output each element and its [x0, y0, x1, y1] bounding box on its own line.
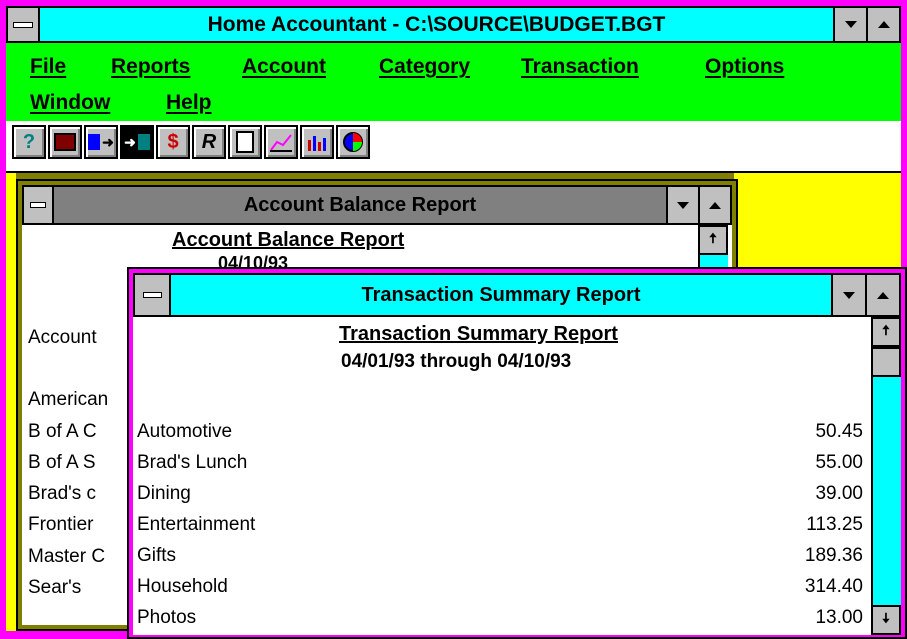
menu-category[interactable]: Category: [379, 55, 470, 79]
table-row-category: Dining: [137, 483, 191, 504]
table-row-amount: 50.45: [815, 421, 863, 442]
summary-report-body: Transaction Summary Report 04/01/93 thro…: [133, 317, 901, 635]
account-minimize-icon: [677, 201, 689, 209]
report-icon: [230, 127, 260, 157]
summary-scroll-thumb[interactable]: [871, 347, 901, 377]
account-system-menu-button[interactable]: [24, 187, 54, 223]
table-row-amount: 55.00: [815, 452, 863, 473]
help-icon: ?: [14, 127, 44, 157]
main-title-bar[interactable]: Home Accountant - C:\SOURCE\BUDGET.BGT: [6, 6, 901, 43]
toolbar: ? ➜ ➜ $ R: [6, 121, 901, 173]
summary-title-bar[interactable]: Transaction Summary Report: [133, 273, 901, 317]
help-button[interactable]: ?: [12, 125, 46, 159]
table-row-category: Photos: [137, 607, 197, 628]
line-chart-button[interactable]: [264, 125, 298, 159]
table-row-amount: 13.00: [815, 607, 863, 628]
import-button[interactable]: ➜: [120, 125, 154, 159]
export-icon: ➜: [86, 127, 116, 157]
minimize-button[interactable]: [833, 8, 866, 41]
table-row-category: Automotive: [137, 421, 233, 442]
bar-chart-icon: [302, 127, 332, 157]
list-item: Brad's c: [28, 483, 97, 504]
reconcile-button[interactable]: R: [192, 125, 226, 159]
menu-reports[interactable]: Reports: [111, 55, 190, 79]
table-row-category: Brad's Lunch: [137, 452, 248, 473]
pie-chart-button[interactable]: [336, 125, 370, 159]
summary-report-heading: Transaction Summary Report: [339, 323, 618, 345]
list-item: Master C: [28, 546, 106, 567]
import-icon: ➜: [122, 127, 152, 157]
account-scroll-up-button[interactable]: 🠅: [698, 225, 728, 255]
summary-scroll-down-button[interactable]: 🠇: [871, 605, 901, 635]
table-row-category: Entertainment: [137, 514, 256, 535]
desktop: { "app": { "title": "Home Accountant - C…: [0, 0, 907, 639]
dollar-button[interactable]: $: [156, 125, 190, 159]
table-row-amount: 314.40: [804, 576, 863, 597]
menu-options[interactable]: Options: [705, 55, 784, 79]
list-item: B of A S: [28, 452, 96, 473]
account-report-heading: Account Balance Report: [172, 229, 405, 251]
list-item: B of A C: [28, 421, 97, 442]
system-menu-icon: [13, 21, 33, 28]
maximize-button[interactable]: [866, 8, 899, 41]
summary-minimize-button[interactable]: [831, 275, 865, 315]
account-minimize-button[interactable]: [666, 187, 698, 223]
list-item: Frontier: [28, 514, 94, 535]
summary-system-menu-button[interactable]: [135, 275, 171, 315]
list-item: Sear's: [28, 577, 82, 598]
report-button[interactable]: [228, 125, 262, 159]
account-column-label: Account: [28, 327, 97, 348]
summary-scroll-up-button[interactable]: 🠅: [871, 317, 901, 347]
menu-bar: File Reports Account Category Transactio…: [6, 43, 901, 121]
save-button[interactable]: [48, 125, 82, 159]
maximize-icon: [877, 21, 890, 28]
menu-transaction[interactable]: Transaction: [521, 55, 639, 79]
bar-chart-button[interactable]: [300, 125, 334, 159]
menu-account[interactable]: Account: [242, 55, 326, 79]
main-title: Home Accountant - C:\SOURCE\BUDGET.BGT: [207, 12, 666, 36]
transaction-summary-window[interactable]: Transaction Summary Report Transaction S…: [127, 267, 907, 639]
menu-window[interactable]: Window: [30, 91, 110, 115]
summary-minimize-icon: [843, 291, 855, 299]
menu-file[interactable]: File: [30, 55, 66, 79]
table-row-amount: 189.36: [804, 545, 863, 566]
reconcile-icon: R: [194, 127, 224, 157]
account-maximize-icon: [709, 201, 721, 209]
summary-maximize-button[interactable]: [865, 275, 899, 315]
system-menu-button[interactable]: [8, 8, 40, 41]
account-window-title: Account Balance Report: [243, 193, 477, 216]
save-icon: [50, 127, 80, 157]
account-maximize-button[interactable]: [698, 187, 730, 223]
table-row-amount: 113.25: [806, 514, 863, 535]
summary-system-menu-icon: [142, 292, 162, 298]
pie-chart-icon: [338, 127, 368, 157]
summary-window-title: Transaction Summary Report: [361, 283, 641, 306]
minimize-icon: [844, 21, 857, 28]
menu-help[interactable]: Help: [166, 91, 212, 115]
export-button[interactable]: ➜: [84, 125, 118, 159]
table-row-amount: 39.00: [815, 483, 863, 504]
account-system-menu-icon: [30, 202, 46, 208]
table-row-category: Household: [137, 576, 228, 597]
line-chart-icon: [266, 127, 296, 157]
summary-report-period: 04/01/93 through 04/10/93: [341, 351, 572, 372]
list-item: American: [28, 389, 109, 410]
summary-maximize-icon: [877, 291, 889, 299]
account-title-bar[interactable]: Account Balance Report: [22, 185, 732, 225]
table-row-category: Gifts: [137, 545, 177, 566]
dollar-icon: $: [158, 127, 188, 157]
